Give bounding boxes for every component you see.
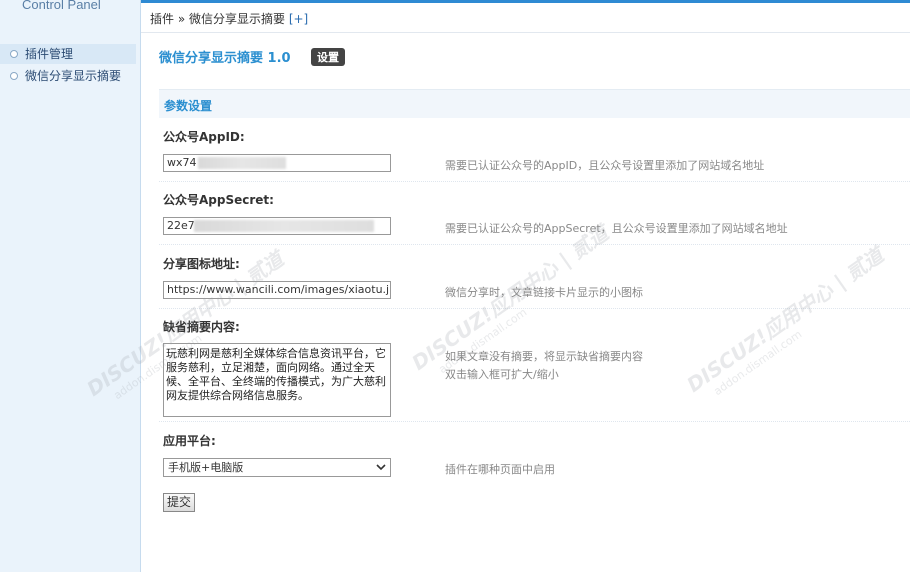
page-title: 微信分享显示摘要 1.0	[159, 51, 291, 66]
circle-bullet-icon	[10, 72, 18, 80]
appid-input[interactable]: wx74	[163, 154, 391, 172]
platform-select[interactable]: 手机版+电脑版	[163, 458, 391, 477]
chevron-down-icon	[376, 464, 386, 471]
icon-url-value: https://www.wancili.com/images/xiaotu.j	[167, 283, 390, 296]
watermark-url: addon.dismall.com	[711, 327, 805, 399]
sidebar-item-label: 插件管理	[25, 47, 74, 61]
appsecret-label: 公众号AppSecret:	[163, 193, 274, 207]
control-panel-title: Control Panel	[22, 0, 101, 12]
icon-url-input[interactable]: https://www.wancili.com/images/xiaotu.j	[163, 281, 391, 299]
redacted-mask	[194, 220, 374, 232]
summary-label: 缺省摘要内容:	[163, 320, 240, 334]
row-divider	[159, 421, 910, 422]
sidebar-item-plugin-manage[interactable]: 插件管理	[0, 44, 136, 64]
summary-tip-2: 双击输入框可扩大/缩小	[445, 368, 559, 381]
row-divider	[159, 308, 910, 309]
section-title: 参数设置	[164, 99, 213, 113]
summary-tip: 如果文章没有摘要，将显示缺省摘要内容	[445, 350, 643, 363]
watermark-text: DISCUZ!应用中心 | 贰道	[682, 242, 888, 397]
breadcrumb: 插件 » 微信分享显示摘要 [+]	[150, 10, 308, 27]
circle-bullet-icon	[10, 50, 18, 58]
breadcrumb-text: 插件 » 微信分享显示摘要	[150, 12, 285, 26]
appid-tip: 需要已认证公众号的AppID，且公众号设置里添加了网站域名地址	[445, 159, 765, 172]
summary-textarea[interactable]: 玩慈利网是慈利全媒体综合信息资讯平台，它服务慈利，立足湘楚，面向网络。通过全天候…	[163, 343, 391, 417]
submit-button[interactable]: 提交	[163, 493, 195, 512]
appsecret-input[interactable]: 22e7	[163, 217, 391, 235]
watermark: DISCUZ!应用中心 | 贰道 addon.dismall.com	[680, 240, 896, 409]
appid-value: wx74	[167, 156, 197, 169]
row-divider	[159, 244, 910, 245]
section-header: 参数设置	[159, 89, 910, 118]
appsecret-value: 22e7	[167, 219, 195, 232]
appsecret-tip: 需要已认证公众号的AppSecret，且公众号设置里添加了网站域名地址	[445, 222, 788, 235]
platform-selected-value: 手机版+电脑版	[168, 461, 244, 474]
sidebar: Control Panel 插件管理 微信分享显示摘要	[0, 0, 141, 572]
icon-url-tip: 微信分享时，文章链接卡片显示的小图标	[445, 286, 643, 299]
appid-label: 公众号AppID:	[163, 130, 245, 144]
add-shortcut-link[interactable]: [+]	[289, 12, 308, 26]
platform-label: 应用平台:	[163, 434, 216, 448]
platform-tip: 插件在哪种页面中启用	[445, 463, 555, 476]
breadcrumb-bar: 插件 » 微信分享显示摘要 [+]	[141, 3, 910, 33]
settings-badge[interactable]: 设置	[311, 48, 345, 66]
row-divider	[159, 181, 910, 182]
sidebar-item-label: 微信分享显示摘要	[25, 69, 122, 83]
icon-url-label: 分享图标地址:	[163, 257, 240, 271]
redacted-mask	[198, 157, 286, 169]
sidebar-item-wechat-share[interactable]: 微信分享显示摘要	[0, 66, 136, 86]
